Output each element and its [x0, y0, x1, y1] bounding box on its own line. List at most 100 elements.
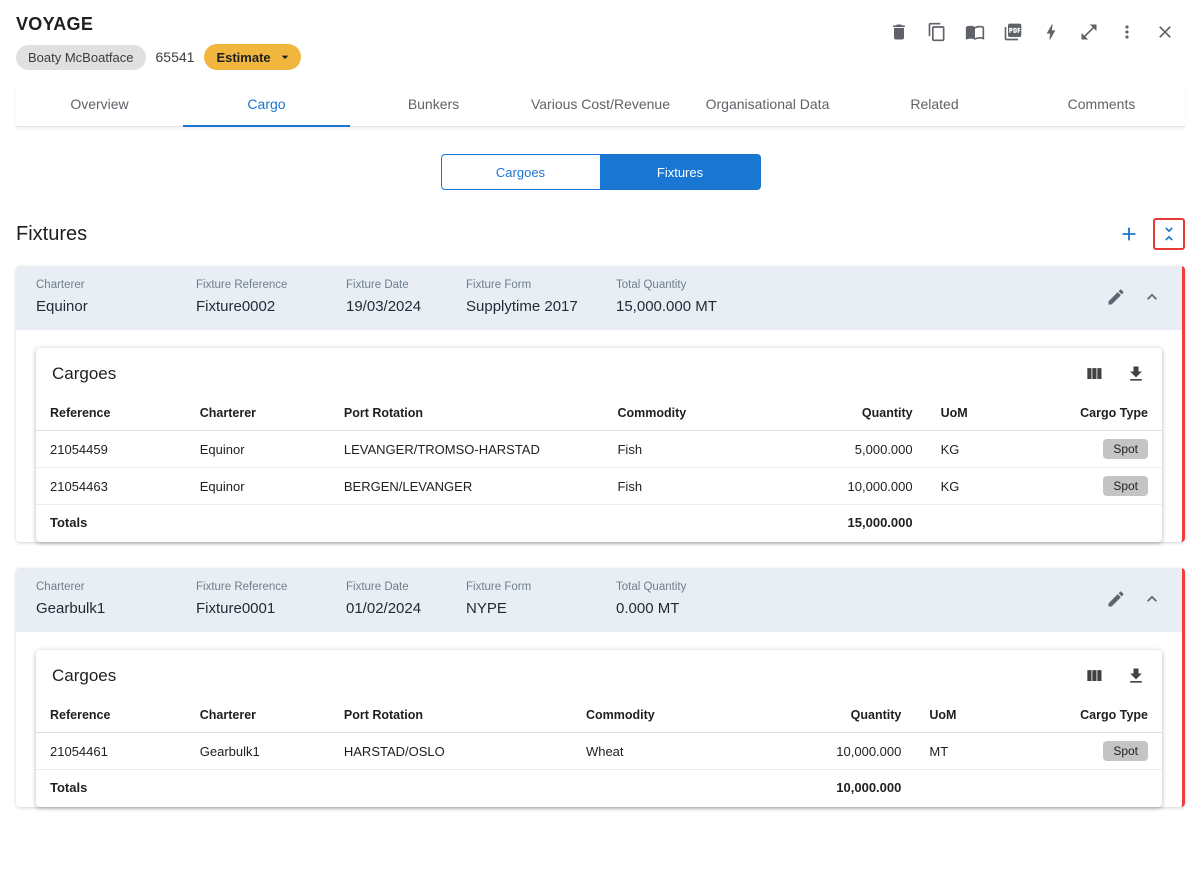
tab-various-cost-revenue[interactable]: Various Cost/Revenue [517, 83, 684, 126]
columns-icon[interactable] [1084, 666, 1104, 686]
edit-fixture-button[interactable] [1106, 287, 1126, 307]
toggle-fixtures-button[interactable]: Fixtures [600, 154, 761, 190]
cargoes-title: Cargoes [52, 666, 117, 685]
cell-commodity: Fish [603, 467, 833, 505]
fixture-field-date: Fixture Date 01/02/2024 [346, 581, 466, 617]
tab-related[interactable]: Related [851, 83, 1018, 126]
plus-icon [1122, 227, 1136, 241]
field-value: Supplytime 2017 [466, 298, 578, 315]
field-value: NYPE [466, 600, 507, 617]
field-label: Total Quantity [616, 279, 687, 291]
totals-row: Totals 10,000.000 [36, 770, 1162, 808]
tab-bar: Overview Cargo Bunkers Various Cost/Reve… [16, 83, 1185, 127]
cell-reference: 21054459 [36, 430, 186, 468]
cell-cargo-type: Spot [1031, 430, 1162, 468]
cell-charterer: Gearbulk1 [185, 732, 330, 770]
fixture-field-charterer: Charterer Gearbulk1 [36, 581, 196, 617]
cell-uom: KG [926, 467, 1032, 505]
bolt-icon[interactable] [1041, 22, 1061, 42]
cell-port-rotation: HARSTAD/OSLO [329, 732, 572, 770]
column-header-cargo-type: Cargo Type [1031, 396, 1162, 431]
tab-comments[interactable]: Comments [1018, 83, 1185, 126]
cargoes-header: Cargoes [36, 348, 1162, 396]
field-label: Charterer [36, 279, 85, 291]
cargoes-table: Reference Charterer Port Rotation Commod… [36, 396, 1162, 542]
cargoes-actions [1084, 666, 1146, 686]
header-chip-row: Boaty McBoatface 65541 Estimate [16, 44, 1185, 70]
fixture-header: Charterer Equinor Fixture Reference Fixt… [16, 266, 1182, 330]
kebab-menu-icon[interactable] [1117, 22, 1137, 42]
estimate-status-label: Estimate [216, 49, 271, 65]
cell-commodity: Fish [603, 430, 833, 468]
cargoes-card: Cargoes Reference Charterer Port Rotatio… [36, 650, 1162, 807]
fixtures-section-header: Fixtures [0, 218, 1201, 250]
column-header-cargo-type: Cargo Type [1020, 698, 1162, 733]
delete-icon[interactable] [889, 22, 909, 42]
columns-icon[interactable] [1084, 364, 1104, 384]
field-label: Fixture Reference [196, 279, 288, 291]
table-row[interactable]: 21054461 Gearbulk1 HARSTAD/OSLO Wheat 10… [36, 732, 1162, 770]
cargoes-table: Reference Charterer Port Rotation Commod… [36, 698, 1162, 807]
download-icon[interactable] [1126, 364, 1146, 384]
pencil-icon [1108, 591, 1124, 607]
table-row[interactable]: 21054463 Equinor BERGEN/LEVANGER Fish 10… [36, 467, 1162, 505]
copy-icon[interactable] [927, 22, 947, 42]
table-header-row: Reference Charterer Port Rotation Commod… [36, 698, 1162, 733]
field-label: Fixture Date [346, 581, 409, 593]
field-label: Fixture Form [466, 581, 532, 593]
pencil-icon [1108, 289, 1124, 305]
field-value: Fixture0002 [196, 298, 276, 315]
status-badge: Spot [1103, 439, 1148, 459]
cell-quantity: 10,000.000 [832, 467, 927, 505]
fixture-card: Charterer Gearbulk1 Fixture Reference Fi… [16, 568, 1185, 807]
field-value: Fixture0001 [196, 600, 276, 617]
cell-charterer: Equinor [185, 430, 330, 468]
download-icon[interactable] [1126, 666, 1146, 686]
add-fixture-button[interactable] [1113, 218, 1145, 250]
fixture-field-charterer: Charterer Equinor [36, 279, 196, 315]
cell-cargo-type: Spot [1031, 467, 1162, 505]
caret-down-icon [281, 55, 288, 59]
header-toolbar [889, 22, 1175, 42]
tab-organisational-data[interactable]: Organisational Data [684, 83, 851, 126]
fixture-header-actions [1106, 589, 1162, 609]
field-value: 15,000.000 MT [616, 298, 717, 315]
voyage-header: VOYAGE Boaty McBoatface 65541 Estimate O… [0, 0, 1201, 127]
fixtures-section-actions [1113, 218, 1185, 250]
cell-port-rotation: LEVANGER/TROMSO-HARSTAD [329, 430, 604, 468]
status-badge: Spot [1103, 476, 1148, 496]
collapse-fixture-button[interactable] [1142, 589, 1162, 609]
edit-fixture-button[interactable] [1106, 589, 1126, 609]
cargoes-header: Cargoes [36, 650, 1162, 698]
totals-label: Totals [50, 780, 88, 795]
book-icon[interactable] [965, 22, 985, 42]
pdf-icon[interactable] [1003, 22, 1023, 42]
estimate-status-dropdown[interactable]: Estimate [204, 44, 301, 70]
expand-icon[interactable] [1079, 22, 1099, 42]
totals-row: Totals 15,000.000 [36, 505, 1162, 543]
toggle-cargoes-button[interactable]: Cargoes [440, 154, 601, 190]
field-label: Fixture Form [466, 279, 532, 291]
voyage-number: 65541 [155, 49, 195, 65]
column-header-charterer: Charterer [185, 698, 330, 733]
totals-label: Totals [50, 515, 88, 530]
tab-cargo[interactable]: Cargo [183, 83, 350, 127]
table-header-row: Reference Charterer Port Rotation Commod… [36, 396, 1162, 431]
close-icon[interactable] [1155, 22, 1175, 42]
status-badge: Spot [1103, 741, 1148, 761]
tab-bunkers[interactable]: Bunkers [350, 83, 517, 126]
column-header-uom: UoM [926, 396, 1032, 431]
chevron-up-icon [1147, 293, 1157, 300]
tab-overview[interactable]: Overview [16, 83, 183, 126]
view-toggle: Cargoes Fixtures [0, 154, 1201, 190]
totals-quantity: 10,000.000 [836, 780, 902, 795]
vessel-chip: Boaty McBoatface [16, 44, 146, 70]
unfold-less-icon [1165, 227, 1173, 241]
collapse-all-button[interactable] [1153, 218, 1185, 250]
column-header-reference: Reference [36, 396, 186, 431]
collapse-fixture-button[interactable] [1142, 287, 1162, 307]
field-label: Fixture Date [346, 279, 409, 291]
fixture-field-date: Fixture Date 19/03/2024 [346, 279, 466, 315]
table-row[interactable]: 21054459 Equinor LEVANGER/TROMSO-HARSTAD… [36, 430, 1162, 468]
field-value: 0.000 MT [616, 600, 680, 617]
